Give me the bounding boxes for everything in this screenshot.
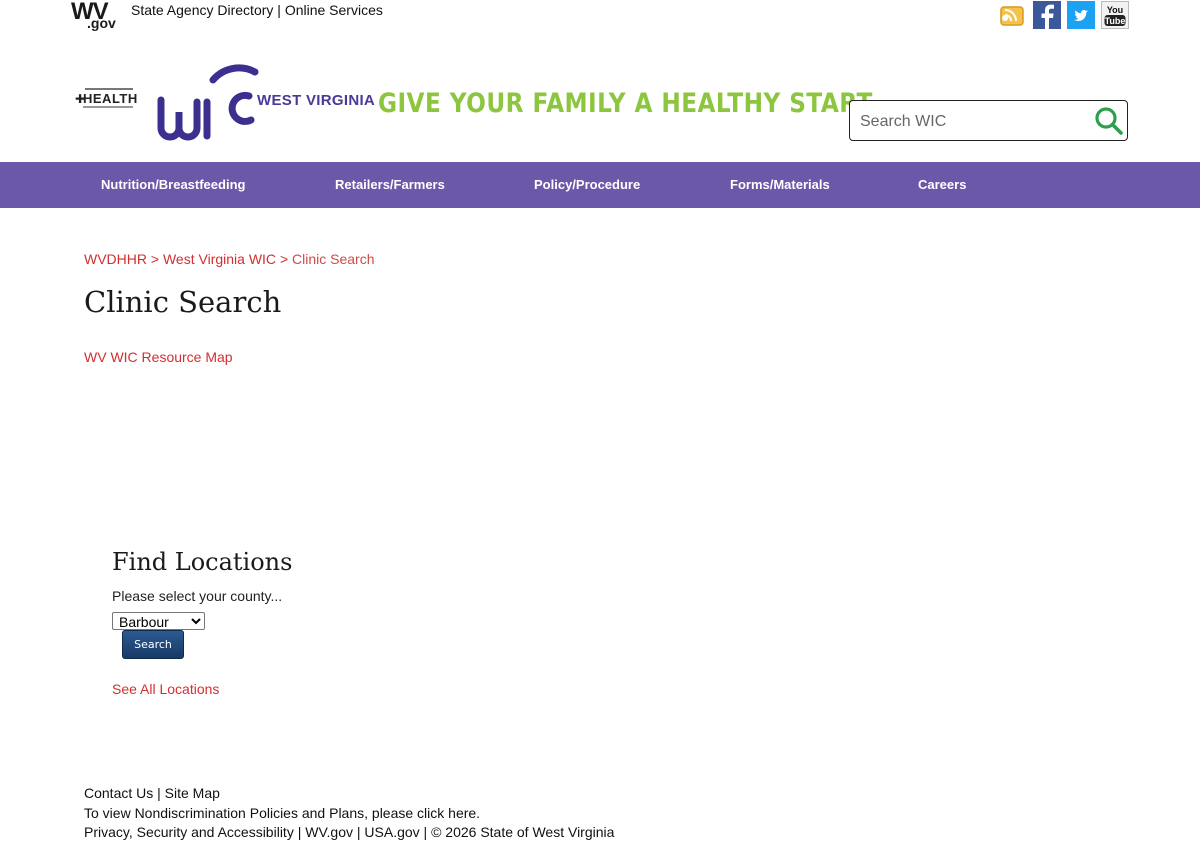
nav-item-policy-procedure[interactable]: Policy/Procedure	[534, 177, 640, 192]
copyright-text: © 2026 State of West Virginia	[431, 824, 615, 840]
breadcrumb-separator: >	[279, 251, 289, 267]
health-logo[interactable]: ✚ HEALTH	[75, 88, 138, 110]
health-logo-text: HEALTH	[83, 91, 138, 106]
main-nav: Nutrition/Breastfeeding Retailers/Farmer…	[0, 162, 1200, 208]
footer-row-3: Privacy, Security and Accessibility | WV…	[84, 823, 614, 843]
resource-map-link[interactable]: WV WIC Resource Map	[84, 349, 233, 365]
see-all-locations-link[interactable]: See All Locations	[112, 681, 219, 697]
nav-item-retailers-farmers[interactable]: Retailers/Farmers	[335, 177, 445, 192]
footer-row-1: Contact Us | Site Map	[84, 784, 614, 804]
breadcrumb-current: Clinic Search	[292, 251, 375, 267]
breadcrumb: WVDHHR > West Virginia WIC > Clinic Sear…	[84, 251, 375, 267]
county-label: Please select your county...	[112, 588, 283, 604]
top-links-separator: |	[277, 2, 281, 18]
search-icon[interactable]	[1094, 106, 1124, 136]
footer-separator: |	[423, 824, 428, 840]
youtube-icon[interactable]: You Tube	[1101, 1, 1129, 29]
footer-separator: |	[297, 824, 302, 840]
state-agency-directory-link[interactable]: State Agency Directory	[131, 2, 273, 18]
contact-us-link[interactable]: Contact Us	[84, 785, 153, 801]
nav-item-careers[interactable]: Careers	[918, 177, 966, 192]
find-locations-title: Find Locations	[112, 548, 293, 576]
usagov-link[interactable]: USA.gov	[364, 824, 419, 840]
facebook-icon[interactable]	[1033, 1, 1061, 29]
search-box	[849, 100, 1128, 141]
footer-row-2: To view Nondiscrimination Policies and P…	[84, 804, 614, 824]
wvgov-logo-sub: .gov	[87, 15, 116, 31]
wvgov-logo[interactable]: WV .gov	[71, 0, 117, 32]
search-input[interactable]	[858, 109, 1092, 135]
top-links: State Agency Directory | Online Services	[131, 2, 383, 18]
breadcrumb-item-west-virginia-wic[interactable]: West Virginia WIC	[163, 251, 276, 267]
health-logo-subline	[83, 106, 133, 108]
twitter-icon[interactable]	[1067, 1, 1095, 29]
svg-text:You: You	[1107, 5, 1123, 15]
nav-item-nutrition-breastfeeding[interactable]: Nutrition/Breastfeeding	[101, 177, 245, 192]
footer: Contact Us | Site Map To view Nondiscrim…	[84, 784, 614, 843]
nav-item-forms-materials[interactable]: Forms/Materials	[730, 177, 830, 192]
wvgov-link[interactable]: WV.gov	[305, 824, 353, 840]
svg-text:Tube: Tube	[1105, 16, 1126, 26]
rss-icon[interactable]	[999, 1, 1027, 29]
county-select[interactable]: Barbour	[112, 612, 205, 630]
footer-separator: |	[356, 824, 361, 840]
health-logo-topline	[85, 88, 133, 90]
nondiscrimination-link[interactable]: To view Nondiscrimination Policies and P…	[84, 805, 480, 821]
wic-logo[interactable]	[155, 62, 263, 150]
breadcrumb-item-wvdhhr[interactable]: WVDHHR	[84, 251, 147, 267]
tagline: GIVE YOUR FAMILY A HEALTHY START	[378, 88, 873, 119]
wic-state-label: WEST VIRGINIA	[257, 92, 376, 109]
online-services-link[interactable]: Online Services	[285, 2, 383, 18]
page-title: Clinic Search	[84, 285, 282, 319]
footer-separator: |	[157, 785, 161, 801]
breadcrumb-separator: >	[150, 251, 160, 267]
search-button[interactable]: Search	[122, 630, 184, 659]
site-map-link[interactable]: Site Map	[165, 785, 220, 801]
privacy-link[interactable]: Privacy, Security and Accessibility	[84, 824, 294, 840]
